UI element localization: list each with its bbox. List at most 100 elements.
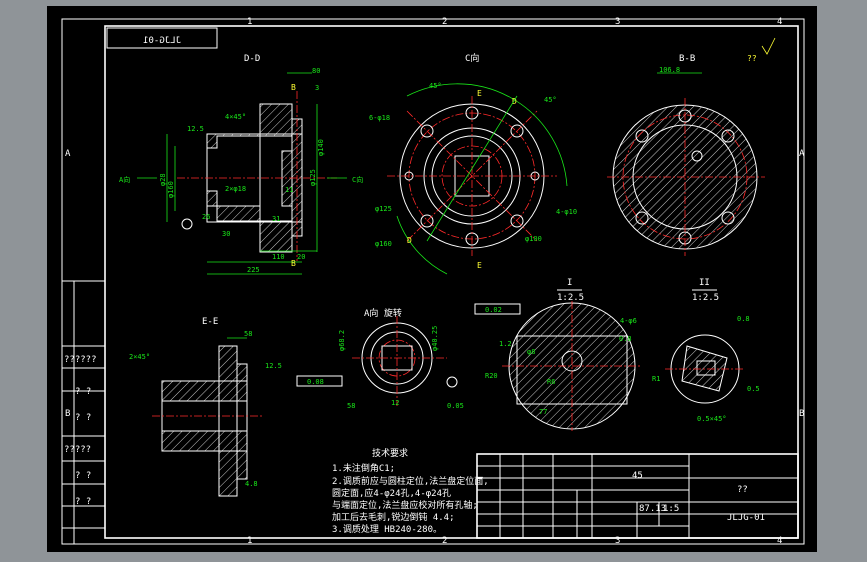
dd-dim-30: 30	[222, 230, 230, 238]
view-dd-title: D-D	[244, 54, 260, 64]
ii-dim-r1: R1	[652, 375, 660, 383]
view-dd-section: D-D 80 3 φ28 φ160 φ125 φ140 2×φ18 11 26 …	[119, 54, 363, 275]
sheet-inner-border	[104, 25, 799, 539]
dd-dim-2phi18: 2×φ18	[225, 185, 246, 193]
dd-dim-26: 26	[202, 213, 210, 221]
detail-ii-title: II	[699, 278, 710, 288]
ii-dim-0-8: 0.8	[737, 315, 750, 323]
side-table-row-3: ? ?	[75, 413, 91, 423]
side-table-row-4: ?????	[64, 445, 91, 455]
a-dim-58: 58	[347, 402, 355, 410]
c-dim-phi125: φ125	[375, 205, 392, 213]
dd-dim-12-5: 12.5	[187, 125, 204, 133]
tech-req-line-5: 加工后去毛刺,锐边倒钝 4.4;	[332, 511, 455, 523]
dd-dim-phi28: φ28	[159, 173, 167, 186]
border-mark-left-a: A	[65, 149, 71, 159]
title-drawing-number: JLJG-01	[727, 513, 765, 523]
a-dim-005: 0.05	[447, 402, 464, 410]
tol-frame-b: 0.02	[485, 306, 502, 314]
a-dim-phi40: φ40.25	[431, 326, 439, 351]
c-sec-d-bottom: D	[407, 236, 412, 245]
detail-ii-scale: 1:2.5	[692, 293, 719, 303]
dd-dim-phi160: φ160	[167, 181, 175, 198]
side-table-row-5: ? ?	[75, 471, 91, 481]
dd-label-a-dir: A向	[119, 175, 130, 184]
bb-dim-106-8: 106.8	[659, 66, 680, 74]
side-table-row-2: ? ?	[75, 387, 91, 397]
i-dim-r20: R20	[485, 372, 498, 380]
title-company: ??	[737, 485, 748, 495]
i-dim-phi8: φ8	[527, 348, 535, 356]
a-dim-phi68: φ68.2	[338, 330, 346, 351]
ee-dim-chamfer: 2×45°	[129, 353, 150, 361]
c-sec-d-top: D	[512, 97, 517, 106]
border-mark-top-3: 3	[615, 17, 620, 27]
drawing-viewport[interactable]: 1 2 3 4 1 2 3 4 A B A B JLJG-01 ?????? ?…	[47, 6, 817, 552]
roughness-general-label: ??	[747, 54, 757, 63]
mirrored-id-box: JLJG-01	[106, 27, 218, 49]
tech-requirements: 技术要求 1.未注倒角C1; 2.调质前应与圆柱定位,法兰盘定位面, 圆定面,应…	[332, 447, 489, 535]
view-a-title: A向 旋转	[364, 307, 402, 319]
view-c-flange: C向 45° 45° 6-φ18 4-φ10 φ125 φ100 φ160 D …	[369, 52, 577, 275]
view-a-rotated: A向 旋转 φ68.2 φ40.25 58 0.05 12 0.08 0.02	[296, 303, 521, 410]
ee-dim-4-8: 4.8	[245, 480, 258, 488]
dd-dim-31: 31	[272, 215, 280, 223]
border-mark-top-2: 2	[442, 17, 447, 27]
view-ee-section: E-E 2×45° 58 12.5 4.8	[129, 317, 282, 497]
c-dim-phi100: φ100	[525, 235, 542, 243]
ee-dim-58: 58	[244, 330, 252, 338]
title-material: 45	[632, 471, 643, 481]
dd-dim-3: 3	[315, 84, 319, 92]
view-c-title: C向	[465, 52, 479, 64]
border-mark-left-b: B	[65, 409, 70, 419]
dd-dim-20: 20	[297, 253, 305, 261]
a-dim-12: 12	[391, 399, 399, 407]
c-dim-phi160: φ160	[375, 240, 392, 248]
tech-req-line-6: 3.调质处理 HB240-280。	[332, 523, 442, 535]
c-sec-e-top: E	[477, 89, 482, 98]
border-mark-bottom-1: 1	[247, 536, 252, 546]
title-scale: 1:5	[663, 504, 679, 514]
c-dim-6phi18: 6-φ18	[369, 114, 390, 122]
i-dim-1-2: 1.2	[499, 340, 512, 348]
dd-dim-225: 225	[247, 266, 260, 274]
side-table-row-1: ??????	[64, 355, 97, 365]
sheet-outer-border	[61, 18, 805, 545]
border-mark-right-a: A	[799, 149, 805, 159]
border-mark-top-1: 1	[247, 17, 252, 27]
ii-dim-0-5: 0.5	[747, 385, 760, 393]
dd-section-b-top: B	[291, 83, 296, 92]
border-mark-top-4: 4	[777, 17, 782, 27]
c-dim-4phi10: 4-φ10	[556, 208, 577, 216]
view-bb-section: B-B 106.8	[607, 54, 765, 256]
dd-label-c-dir: C向	[352, 175, 363, 184]
tol-frame-a: 0.08	[307, 378, 324, 386]
detail-i-title: I	[567, 278, 572, 288]
roughness-general: ??	[747, 37, 776, 63]
dd-dim-chamfer: 4×45°	[225, 113, 246, 121]
dd-section-b-bottom: B	[291, 259, 296, 268]
tech-req-line-1: 1.未注倒角C1;	[332, 462, 395, 474]
dd-dim-11: 11	[285, 186, 293, 194]
detail-i-scale: 1:2.5	[557, 293, 584, 303]
title-block: 45 ?? JLJG-01 87.13 1:5	[476, 453, 799, 539]
tech-req-line-2: 2.调质前应与圆柱定位,法兰盘定位面,	[332, 475, 489, 487]
dd-dim-110: 110	[272, 253, 285, 261]
border-mark-bottom-2: 2	[442, 536, 447, 546]
view-bb-title: B-B	[679, 54, 695, 64]
tech-req-line-3: 圆定面,应4-φ24孔,4-φ24孔	[332, 487, 451, 499]
i-dim-77: 77	[539, 408, 547, 416]
view-detail-ii: II 1:2.5 0.8 0.5 0.5×45° R1	[652, 278, 760, 423]
i-dim-r6: R6	[547, 378, 555, 386]
dd-dim-80: 80	[312, 67, 320, 75]
border-mark-right-b: B	[799, 409, 804, 419]
dd-dim-phi140: φ140	[317, 139, 325, 156]
dd-dim-phi125: φ125	[309, 169, 317, 186]
drawing-sheet: 1 2 3 4 1 2 3 4 A B A B JLJG-01 ?????? ?…	[61, 17, 805, 546]
svg-text:JLJG-01: JLJG-01	[143, 36, 181, 46]
tech-req-line-4: 与端面定位,法兰盘应校对所有孔轴;	[332, 499, 478, 511]
ii-dim-chamfer: 0.5×45°	[697, 415, 727, 423]
c-sec-e-bottom: E	[477, 261, 482, 270]
c-dim-45a: 45°	[429, 82, 442, 90]
cad-application: 1 2 3 4 1 2 3 4 A B A B JLJG-01 ?????? ?…	[0, 0, 867, 562]
